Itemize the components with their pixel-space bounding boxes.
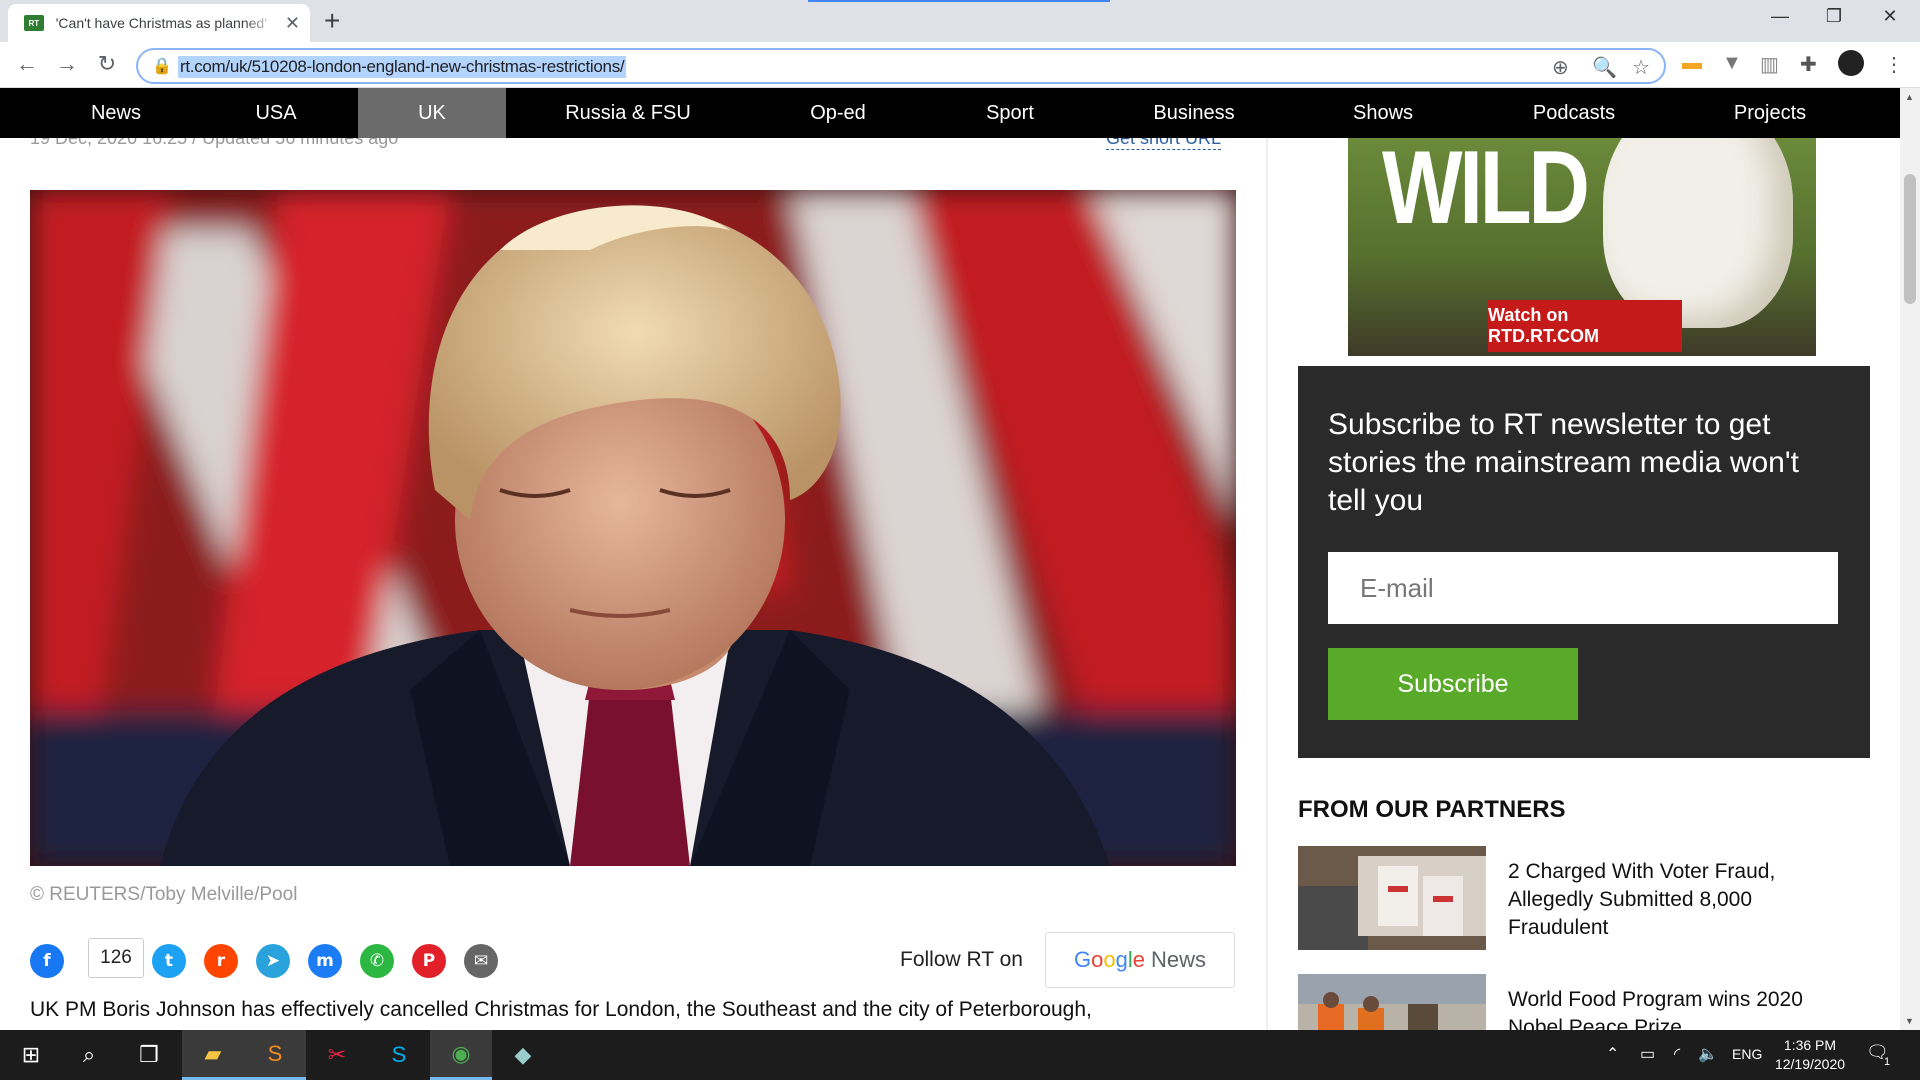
browser-tab[interactable]: RT 'Can't have Christmas as planned' ✕ <box>8 4 310 42</box>
thumb-ballots-image <box>1298 846 1486 950</box>
extension-icon[interactable]: ▬ <box>1682 52 1702 75</box>
article-meta: 19 Dec, 2020 16:25 / Updated 56 minutes … <box>30 138 399 148</box>
ad-headline: WILD <box>1382 138 1590 246</box>
address-url[interactable]: rt.com/uk/510208-london-england-new-chri… <box>178 56 627 78</box>
nav-shows[interactable]: Shows <box>1300 88 1466 138</box>
chrome-icon[interactable]: ◉ <box>430 1030 492 1080</box>
address-bar[interactable]: 🔒 rt.com/uk/510208-london-england-new-ch… <box>136 48 1666 84</box>
facebook-icon[interactable]: f <box>30 944 64 978</box>
nav-podcasts[interactable]: Podcasts <box>1484 88 1664 138</box>
messenger-icon[interactable]: m <box>308 944 342 978</box>
restore-icon[interactable]: ❐ <box>1814 6 1854 27</box>
page-scrollbar[interactable]: ▲ ▼ <box>1900 88 1920 1030</box>
google-letter: g <box>1115 947 1128 972</box>
nav-news[interactable]: News <box>38 88 194 138</box>
photo-illustration <box>30 190 1236 866</box>
language-indicator[interactable]: ENG <box>1732 1046 1762 1062</box>
volume-icon[interactable]: 🔈 <box>1698 1044 1718 1064</box>
battery-icon[interactable]: ▭ <box>1640 1044 1655 1064</box>
bookmark-star-icon[interactable]: ☆ <box>1632 55 1650 80</box>
site-navigation: News USA UK Russia & FSU Op-ed Sport Bus… <box>0 88 1900 138</box>
nav-sport[interactable]: Sport <box>930 88 1090 138</box>
partner-item[interactable]: 2 Charged With Voter Fraud, Allegedly Su… <box>1298 846 1868 950</box>
rt-favicon-icon: RT <box>24 15 44 31</box>
tab-close-icon[interactable]: ✕ <box>285 13 300 34</box>
google-letter: o <box>1103 947 1116 972</box>
app-icon[interactable]: ◆ <box>492 1030 554 1080</box>
extension-v-icon[interactable]: ▼ <box>1722 52 1742 75</box>
scroll-up-icon[interactable]: ▲ <box>1905 92 1914 102</box>
get-short-url-link[interactable]: Get short URL <box>1106 138 1222 150</box>
system-clock[interactable]: 1:36 PM 12/19/2020 <box>1770 1036 1850 1074</box>
extensions-puzzle-icon[interactable]: ✚ <box>1800 52 1817 77</box>
share-bar: f 126 t r ➤ m ✆ P ✉ Follow RT on Google … <box>30 932 1236 988</box>
reddit-icon[interactable]: r <box>204 944 238 978</box>
profile-avatar[interactable] <box>1838 50 1864 76</box>
scroll-down-icon[interactable]: ▼ <box>1905 1016 1914 1026</box>
telegram-icon[interactable]: ➤ <box>256 944 290 978</box>
partner-title[interactable]: 2 Charged With Voter Fraud, Allegedly Su… <box>1508 858 1848 942</box>
newsletter-title: Subscribe to RT newsletter to get storie… <box>1328 408 1799 517</box>
search-icon[interactable]: ⌕ <box>58 1030 120 1080</box>
article: 19 Dec, 2020 16:25 / Updated 56 minutes … <box>0 138 1268 1030</box>
loading-indicator <box>808 0 1110 2</box>
column-divider <box>1266 138 1268 1030</box>
nav-uk[interactable]: UK <box>358 88 506 138</box>
twitter-icon[interactable]: t <box>152 944 186 978</box>
tab-title: 'Can't have Christmas as planned' <box>55 15 267 31</box>
add-page-icon[interactable]: ⊕ <box>1552 55 1569 80</box>
google-wordmark: Google <box>1074 947 1145 973</box>
ad-cta[interactable]: Watch on RTD.RT.COM <box>1488 300 1682 352</box>
snipping-tool-icon[interactable]: ✂ <box>306 1030 368 1080</box>
file-explorer-icon[interactable]: ▰ <box>182 1030 244 1080</box>
nav-usa[interactable]: USA <box>194 88 358 138</box>
share-count: 126 <box>88 938 144 978</box>
skype-icon[interactable]: S <box>368 1030 430 1080</box>
minimize-icon[interactable]: — <box>1760 6 1800 27</box>
sublime-text-icon[interactable]: S <box>244 1030 306 1080</box>
clock-time: 1:36 PM <box>1783 1037 1837 1053</box>
google-letter: o <box>1091 947 1104 972</box>
article-body: UK PM Boris Johnson has effectively canc… <box>30 998 1092 1021</box>
partners-heading: FROM OUR PARTNERS <box>1298 796 1566 823</box>
whatsapp-icon[interactable]: ✆ <box>360 944 394 978</box>
article-photo <box>30 190 1236 866</box>
window-close-icon[interactable]: ✕ <box>1870 6 1910 27</box>
tab-strip: RT 'Can't have Christmas as planned' ✕ +… <box>0 0 1920 42</box>
nav-projects[interactable]: Projects <box>1690 88 1850 138</box>
lock-icon: 🔒 <box>152 58 172 75</box>
wifi-icon[interactable]: ◜ <box>1674 1044 1680 1064</box>
email-field[interactable] <box>1328 552 1838 624</box>
nav-russia-fsu[interactable]: Russia & FSU <box>540 88 716 138</box>
google-letter: G <box>1073 947 1092 972</box>
email-share-icon[interactable]: ✉ <box>464 944 498 978</box>
forward-icon[interactable]: → <box>52 50 82 78</box>
photo-caption: © REUTERS/Toby Melville/Pool <box>30 884 298 905</box>
task-view-icon[interactable]: ❒ <box>118 1030 180 1080</box>
scrollbar-thumb[interactable] <box>1904 174 1916 304</box>
partner-thumbnail <box>1298 846 1486 950</box>
subscribe-button[interactable]: Subscribe <box>1328 648 1578 720</box>
back-icon[interactable]: ← <box>12 50 42 78</box>
news-label: News <box>1151 947 1207 972</box>
menu-dots-icon[interactable]: ⋮ <box>1884 52 1904 77</box>
new-tab-icon[interactable]: + <box>324 6 340 36</box>
windows-taskbar: ⊞ ⌕ ❒ ▰ S ✂ S ◉ ◆ ⌃ ▭ ◜ 🔈 ENG 1:36 PM 12… <box>0 1030 1920 1080</box>
reload-icon[interactable]: ↻ <box>92 50 122 78</box>
follow-rt-label: Follow RT on <box>900 948 1023 971</box>
google-letter: e <box>1132 947 1145 972</box>
google-news-button[interactable]: Google News <box>1045 932 1235 988</box>
newsletter-box: Subscribe to RT newsletter to get storie… <box>1298 366 1870 758</box>
rtd-ad-banner[interactable]: WILD Watch on RTD.RT.COM <box>1348 138 1816 356</box>
notification-count: 1 <box>1884 1056 1891 1068</box>
zoom-icon[interactable]: 🔍 <box>1592 55 1617 80</box>
browser-toolbar: ← → ↻ 🔒 rt.com/uk/510208-london-england-… <box>0 42 1920 88</box>
parler-icon[interactable]: P <box>412 944 446 978</box>
tray-chevron-icon[interactable]: ⌃ <box>1606 1044 1619 1064</box>
windows-start-icon[interactable]: ⊞ <box>0 1030 62 1080</box>
reading-list-icon[interactable]: ▥ <box>1760 52 1779 77</box>
nav-op-ed[interactable]: Op-ed <box>760 88 916 138</box>
nav-business[interactable]: Business <box>1108 88 1280 138</box>
clock-date: 12/19/2020 <box>1774 1056 1846 1072</box>
